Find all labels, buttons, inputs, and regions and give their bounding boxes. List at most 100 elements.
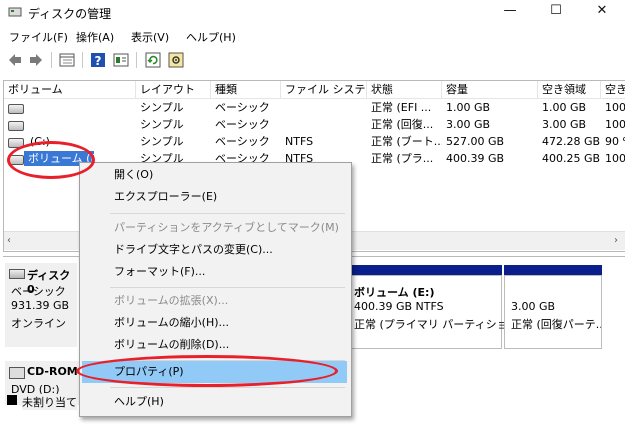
cell-volume (26, 116, 134, 133)
cell-capacity: 1.00 GB (446, 101, 491, 114)
cell-free-percent: 100 (605, 101, 625, 114)
cell-status: 正常 (ブート... (371, 135, 442, 148)
scroll-left-icon[interactable]: ‹ (7, 235, 11, 246)
table-row[interactable]: シンプル ベーシック 正常 (EFI ... 1.00 GB 1.00 GB 1… (4, 99, 625, 116)
partition-recovery[interactable]: 3.00 GB 正常 (回復パーテ... (504, 265, 602, 349)
menu-item-delete-volume[interactable]: ボリュームの削除(D)... (82, 334, 347, 356)
cell-type: ベーシック (215, 101, 270, 114)
cell-capacity: 400.39 GB (446, 152, 505, 165)
menu-separator (110, 387, 345, 388)
refresh-icon[interactable] (144, 51, 162, 69)
column-header-capacity[interactable]: 容量 (442, 81, 538, 98)
column-header-free-percent[interactable]: 空き (601, 81, 625, 98)
minimize-button[interactable]: — (487, 0, 533, 24)
toolbar-separator (51, 52, 52, 68)
cell-free-space: 400.25 GB (542, 152, 601, 165)
cdrom-icon (9, 367, 25, 379)
drive-icon (8, 104, 24, 114)
window-title: ディスクの管理 (28, 7, 112, 21)
disk-0-status: オンライン (11, 317, 66, 330)
unallocated-legend-label: 未割り当て (22, 394, 77, 410)
cell-free-space: 472.28 GB (542, 135, 601, 148)
cell-type: ベーシック (215, 118, 270, 131)
menu-file[interactable]: ファイル(F) (9, 29, 68, 45)
cell-layout: シンプル (140, 135, 184, 148)
scroll-right-icon[interactable]: › (614, 235, 618, 246)
menu-item-mark-active: パーティションをアクティブとしてマーク(M) (114, 221, 339, 234)
column-header-type[interactable]: 種類 (211, 81, 281, 98)
column-header-status[interactable]: 状態 (367, 81, 442, 98)
annotation-oval-volume-e (7, 141, 95, 179)
cell-free-space: 3.00 GB (542, 118, 587, 131)
menu-view[interactable]: 表示(V) (131, 29, 169, 45)
partition-recovery-status: 正常 (回復パーテ... (511, 318, 601, 331)
disk-icon (9, 269, 25, 279)
svg-text:?: ? (95, 54, 102, 68)
cell-free-percent: 100 (605, 152, 625, 165)
toolbar-separator (136, 52, 137, 68)
column-header-filesystem[interactable]: ファイル システム (281, 81, 367, 98)
partition-e-size: 400.39 GB NTFS (354, 300, 444, 313)
menu-separator (110, 213, 345, 214)
cell-layout: シンプル (140, 118, 184, 131)
menu-item-help[interactable]: ヘルプ(H) (82, 391, 347, 413)
menu-action[interactable]: 操作(A) (76, 29, 114, 45)
menu-item-format[interactable]: フォーマット(F)... (82, 261, 347, 283)
menu-item-change-drive-letter[interactable]: ドライブ文字とパスの変更(C)... (82, 239, 347, 261)
table-row[interactable]: シンプル ベーシック 正常 (回復... 3.00 GB 3.00 GB 100 (4, 116, 625, 133)
annotation-oval-properties (76, 355, 338, 387)
properties-icon[interactable] (112, 51, 130, 69)
cell-free-percent: 100 (605, 118, 625, 131)
menu-item-open[interactable]: 開く(O) (82, 164, 347, 186)
partition-e[interactable]: ボリューム (E:) 400.39 GB NTFS 正常 (プライマリ パーティ… (349, 265, 523, 349)
disk-0-size: 931.39 GB (11, 299, 70, 312)
cell-layout: シンプル (140, 101, 184, 114)
cell-volume (26, 99, 134, 116)
cell-status: 正常 (回復... (371, 118, 434, 131)
column-header-free-space[interactable]: 空き領域 (538, 81, 601, 98)
toolbar-separator (82, 52, 83, 68)
cell-free-space: 1.00 GB (542, 101, 587, 114)
partition-box: 3.00 GB 正常 (回復パーテ... (504, 275, 602, 349)
cell-type: ベーシック (215, 135, 270, 148)
cell-status: 正常 (EFI ... (371, 101, 432, 114)
partition-e-name: ボリューム (E:) (354, 286, 435, 299)
menu-separator (110, 287, 345, 288)
cell-capacity: 527.00 GB (446, 135, 505, 148)
cell-free-percent: 90 % (605, 135, 625, 148)
cell-filesystem: NTFS (285, 135, 314, 148)
menu-item-extend-volume: ボリュームの拡張(X)... (114, 294, 229, 307)
list-view-icon[interactable] (58, 51, 76, 69)
volume-list-header: ボリューム レイアウト 種類 ファイル システム 状態 容量 空き領域 空き (4, 81, 625, 99)
partition-box: ボリューム (E:) 400.39 GB NTFS 正常 (プライマリ パーティ… (349, 275, 523, 349)
forward-arrow-icon[interactable] (27, 51, 45, 69)
partition-recovery-size: 3.00 GB (511, 300, 556, 313)
title-bar: ディスクの管理 — ☐ ✕ (0, 0, 625, 24)
menu-bar: ファイル(F) 操作(A) 表示(V) ヘルプ(H) (0, 27, 625, 47)
cell-filesystem (281, 99, 367, 116)
cell-filesystem (281, 116, 367, 133)
cell-capacity: 3.00 GB (446, 118, 491, 131)
disk-0-type: ベーシック (11, 285, 66, 298)
disk-0-info[interactable]: ディスク 0 ベーシック 931.39 GB オンライン (5, 263, 77, 347)
close-button[interactable]: ✕ (579, 0, 625, 24)
partition-e-status: 正常 (プライマリ パーティション) (354, 318, 523, 331)
partition-bar (504, 265, 602, 275)
menu-item-shrink-volume[interactable]: ボリュームの縮小(H)... (82, 312, 347, 334)
drive-icon (8, 121, 24, 131)
table-row[interactable]: (C:) シンプル ベーシック NTFS 正常 (ブート... 527.00 G… (4, 133, 625, 150)
menu-item-explorer[interactable]: エクスプローラー(E) (82, 186, 347, 208)
back-arrow-icon[interactable] (6, 51, 24, 69)
column-header-volume[interactable]: ボリューム (4, 81, 136, 98)
menu-help[interactable]: ヘルプ(H) (186, 29, 236, 45)
cell-status: 正常 (プラ... (371, 152, 434, 165)
column-header-layout[interactable]: レイアウト (136, 81, 211, 98)
help-icon[interactable]: ? (89, 51, 107, 69)
unallocated-legend-swatch (7, 395, 17, 405)
settings-icon[interactable] (167, 51, 185, 69)
maximize-button[interactable]: ☐ (533, 0, 579, 24)
cdrom-name: CD-ROM (27, 365, 78, 378)
partition-bar (349, 265, 502, 275)
disk-management-app-icon (8, 5, 22, 19)
toolbar: ? (0, 48, 625, 72)
